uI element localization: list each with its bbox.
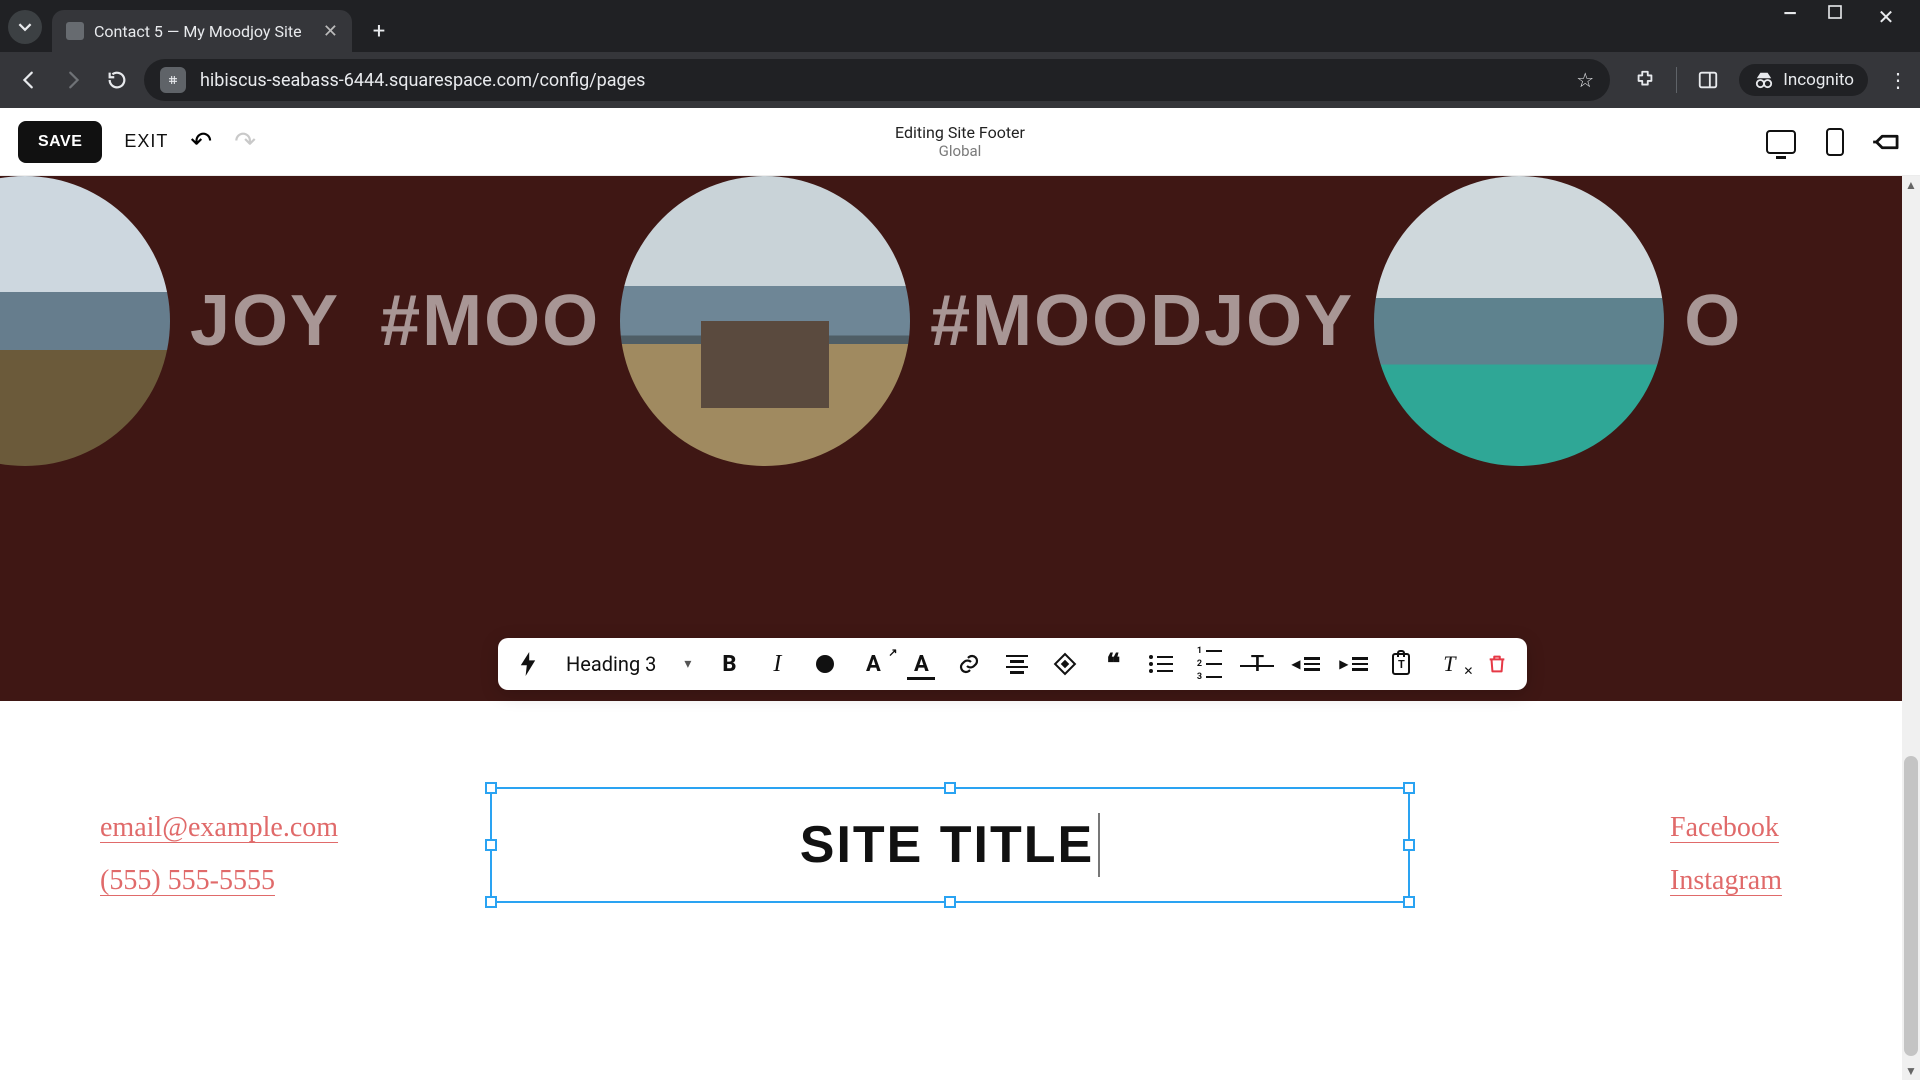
footer-phone-link[interactable]: (555) 555-5555: [100, 854, 338, 907]
footer-social-column: Facebook Instagram: [1670, 801, 1782, 907]
back-button[interactable]: [12, 63, 46, 97]
text-align-button[interactable]: [1003, 655, 1031, 674]
footer-section[interactable]: email@example.com (555) 555-5555 SITE TI…: [0, 701, 1902, 1080]
bold-button[interactable]: B: [715, 652, 743, 677]
color-swatch-icon: [816, 655, 834, 673]
marquee-banner: JOY #MOO #MOODJOY O: [0, 176, 1902, 466]
paste-as-text-button[interactable]: [1387, 653, 1415, 675]
scroll-down-arrow-icon[interactable]: ▼: [1902, 1062, 1920, 1080]
marquee-text: JOY: [170, 280, 360, 362]
chevron-down-icon: ▾: [684, 656, 691, 672]
numbered-list-button[interactable]: 1 2 3: [1195, 646, 1223, 682]
address-bar[interactable]: hibiscus-seabass-6444.squarespace.com/co…: [144, 59, 1610, 101]
text-highlight-button[interactable]: A: [907, 652, 935, 677]
footer-facebook-link[interactable]: Facebook: [1670, 801, 1782, 854]
vertical-scrollbar[interactable]: ▲ ▼: [1902, 176, 1920, 1080]
marquee-text: O: [1664, 280, 1762, 362]
marquee-image: [620, 176, 910, 466]
tab-title: Contact 5 — My Moodjoy Site: [94, 22, 302, 41]
resize-handle[interactable]: [944, 782, 956, 794]
site-info-icon[interactable]: [160, 67, 186, 93]
incognito-label: Incognito: [1783, 70, 1854, 90]
side-panel-icon[interactable]: [1697, 69, 1719, 91]
resize-handle[interactable]: [1403, 839, 1415, 851]
incognito-icon: [1753, 71, 1775, 89]
footer-email-link[interactable]: email@example.com: [100, 801, 338, 854]
undo-button[interactable]: ↶: [190, 127, 212, 157]
desktop-view-button[interactable]: [1766, 130, 1796, 154]
editor-header: SAVE EXIT ↶ ↷ Editing Site Footer Global: [0, 108, 1920, 176]
resize-handle[interactable]: [485, 896, 497, 908]
bookmark-star-icon[interactable]: ☆: [1576, 68, 1594, 92]
editor-context: Editing Site Footer Global: [895, 123, 1025, 160]
tab-search-button[interactable]: [8, 10, 42, 44]
text-format-toolbar: Heading 3 ▾ B I A↗ A ❝ 1 2 3 T ◀ ▶ T✕: [498, 638, 1527, 690]
link-button[interactable]: [955, 652, 983, 676]
scrollbar-thumb[interactable]: [1904, 756, 1918, 1056]
reload-button[interactable]: [100, 63, 134, 97]
resize-handle[interactable]: [1403, 782, 1415, 794]
favicon-icon: [66, 22, 84, 40]
marquee-text: #MOODJOY: [910, 280, 1374, 362]
chevron-down-icon: [18, 20, 32, 34]
redo-button: ↷: [234, 127, 256, 157]
text-size-button[interactable]: A↗: [859, 652, 887, 677]
toolbar-separator: [1676, 67, 1677, 93]
blockquote-button[interactable]: ❝: [1099, 649, 1127, 679]
footer-instagram-link[interactable]: Instagram: [1670, 854, 1782, 907]
browser-tab[interactable]: Contact 5 — My Moodjoy Site ✕: [52, 10, 352, 52]
close-window-button[interactable]: ✕: [1876, 5, 1896, 38]
text-caret: [1098, 813, 1100, 877]
marquee-image: [1374, 176, 1664, 466]
save-button[interactable]: SAVE: [18, 121, 102, 163]
tab-close-button[interactable]: ✕: [323, 21, 338, 42]
exit-button[interactable]: EXIT: [124, 131, 168, 152]
strikethrough-button[interactable]: T: [1243, 652, 1271, 677]
browser-menu-button[interactable]: ⋮: [1888, 76, 1908, 84]
extensions-icon[interactable]: [1634, 69, 1656, 91]
footer-contact-column: email@example.com (555) 555-5555: [100, 801, 338, 907]
text-style-dropdown[interactable]: Heading 3 ▾: [562, 652, 695, 676]
clear-format-button[interactable]: [1051, 656, 1079, 672]
editor-context-title: Editing Site Footer: [895, 123, 1025, 142]
app-root: SAVE EXIT ↶ ↷ Editing Site Footer Global…: [0, 108, 1920, 1080]
resize-handle[interactable]: [485, 839, 497, 851]
text-style-label: Heading 3: [566, 652, 656, 676]
browser-titlebar: Contact 5 — My Moodjoy Site ✕ + − ✕: [0, 0, 1920, 52]
incognito-badge[interactable]: Incognito: [1739, 64, 1868, 96]
text-color-button[interactable]: [811, 655, 839, 673]
ai-assist-icon[interactable]: [514, 652, 542, 676]
marquee-image: [0, 176, 170, 466]
remove-formatting-button[interactable]: T✕: [1435, 651, 1463, 677]
mobile-view-button[interactable]: [1826, 128, 1844, 156]
resize-handle[interactable]: [944, 896, 956, 908]
indent-button[interactable]: ▶: [1339, 657, 1367, 671]
maximize-button[interactable]: [1828, 5, 1848, 38]
scroll-up-arrow-icon[interactable]: ▲: [1902, 176, 1920, 194]
marquee-text: #MOO: [360, 280, 620, 362]
outdent-button[interactable]: ◀: [1291, 657, 1319, 671]
url-text: hibiscus-seabass-6444.squarespace.com/co…: [200, 70, 1562, 91]
delete-block-button[interactable]: [1483, 653, 1511, 675]
resize-handle[interactable]: [1403, 896, 1415, 908]
window-controls: − ✕: [1780, 5, 1920, 52]
editor-context-scope: Global: [895, 142, 1025, 160]
site-title-text[interactable]: SITE TITLE: [800, 815, 1094, 875]
resize-handle[interactable]: [485, 782, 497, 794]
forward-button[interactable]: [56, 63, 90, 97]
italic-button[interactable]: I: [763, 651, 791, 678]
selected-text-block[interactable]: SITE TITLE: [490, 787, 1410, 903]
bullet-list-button[interactable]: [1147, 655, 1175, 673]
hero-section[interactable]: JOY #MOO #MOODJOY O: [0, 176, 1902, 701]
styles-brush-button[interactable]: [1868, 122, 1908, 162]
browser-toolbar: hibiscus-seabass-6444.squarespace.com/co…: [0, 52, 1920, 108]
minimize-button[interactable]: −: [1780, 0, 1800, 30]
editor-canvas[interactable]: JOY #MOO #MOODJOY O email@example.com (5…: [0, 176, 1902, 1080]
new-tab-button[interactable]: +: [362, 14, 396, 48]
